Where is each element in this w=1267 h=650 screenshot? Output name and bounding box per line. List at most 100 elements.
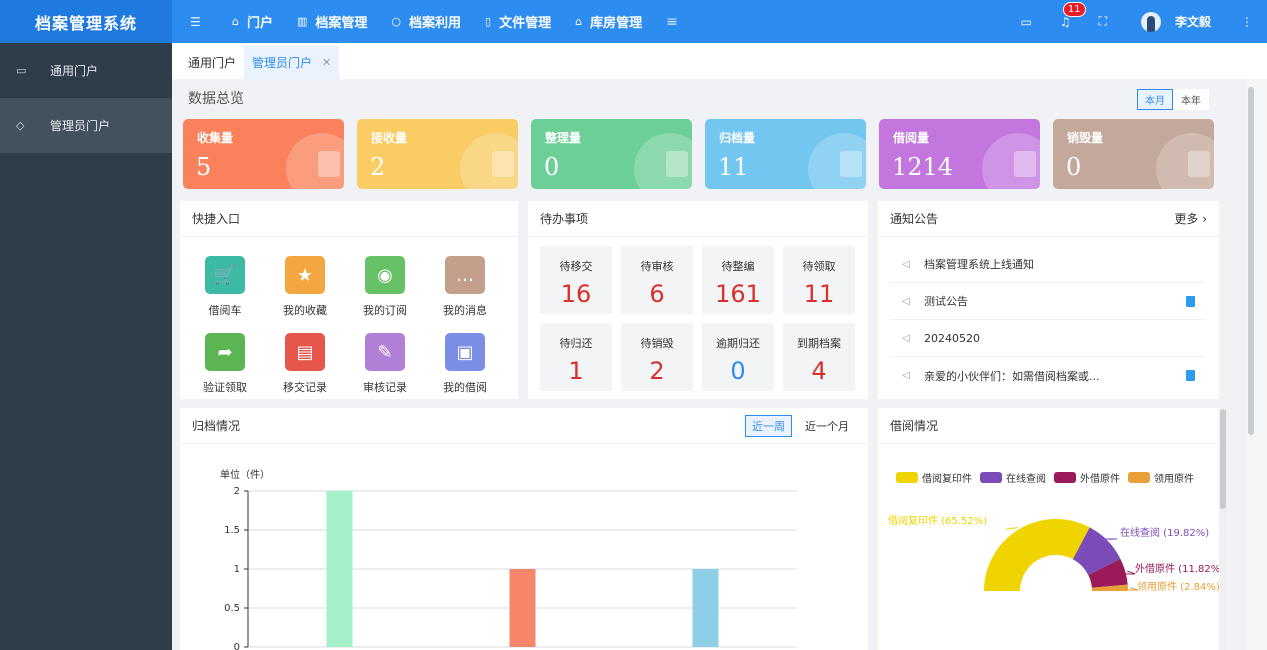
stat-value: 1214 (892, 153, 954, 181)
quick-item-label: 移交记录 (283, 381, 327, 394)
nav-item-file-management[interactable]: ▯ 文件管理 (475, 0, 565, 43)
nav-item-archive-management[interactable]: ▥ 档案管理 (287, 0, 381, 43)
quick-item-label: 我的消息 (443, 304, 487, 317)
speaker-icon: ◁ (902, 295, 910, 307)
nav-item-warehouse[interactable]: ⌂ 库房管理 (565, 0, 656, 43)
inner-scrollbar-thumb[interactable] (1220, 409, 1226, 509)
more-link[interactable]: 更多 › (1174, 210, 1207, 227)
quick-item-subscriptions[interactable]: ◉ 我的订阅 (350, 256, 420, 318)
main-content: 数据总览 本月 本年 收集量 5 接收量 2 整理量 0 归档量 11 借阅量 … (172, 79, 1267, 650)
todo-count: 16 (560, 280, 592, 308)
nav-item-archive-use[interactable]: ○ 档案利用 (381, 0, 475, 43)
bar (509, 569, 536, 647)
nav-item-portal[interactable]: ⌂ 门户 (222, 0, 287, 43)
quick-entry-panel: 快捷入口 🛒 借阅车 ★ 我的收藏 ◉ 我的订阅 … 我的消息 ➦ 验证领取 ▤ 移交记录 ✎ 审核记录 ▣… (180, 201, 518, 399)
sidebar-item-general-portal[interactable]: ▭ 通用门户 (0, 43, 172, 98)
range-week-button[interactable]: 近一周 (745, 414, 792, 437)
avatar[interactable] (1140, 11, 1161, 32)
quick-item-audit-records[interactable]: ✎ 审核记录 (350, 333, 420, 395)
todo-count: 161 (715, 280, 761, 308)
home-icon: ⌂ (232, 15, 239, 28)
stat-card-collected[interactable]: 收集量 5 (183, 119, 344, 189)
more-options-icon[interactable]: ⋮ (1241, 15, 1253, 29)
panel-title: 快捷入口 (192, 212, 241, 226)
stat-label: 整理量 (545, 131, 582, 145)
notice-item[interactable]: ◁ 亲爱的小伙伴们：如需借阅档案或... (890, 357, 1205, 394)
attachment-icon[interactable] (1186, 370, 1195, 381)
audit-icon: ✎ (365, 333, 405, 371)
quick-item-verify-pickup[interactable]: ➦ 验证领取 (190, 333, 260, 395)
archive-box-icon (840, 151, 862, 177)
menu-toggle-icon[interactable]: ☰ (190, 15, 212, 29)
stat-label: 销毁量 (1067, 131, 1104, 145)
nav-item-label: 库房管理 (590, 16, 643, 31)
todo-item[interactable]: 待整编 161 (702, 246, 774, 314)
monitor-icon[interactable]: ▭ (1020, 15, 1031, 29)
notice-item[interactable]: ◁ 档案管理系统上线通知 (890, 246, 1205, 283)
stat-card-organized[interactable]: 整理量 0 (531, 119, 692, 189)
notice-item[interactable]: ◁ 测试公告 (890, 283, 1205, 320)
rss-icon: ◉ (365, 256, 405, 294)
sidebar-item-admin-portal[interactable]: ◇ 管理员门户 (0, 98, 172, 153)
y-tick-label: 0 (234, 642, 240, 650)
todo-label: 到期档案 (797, 337, 841, 350)
stat-card-archived[interactable]: 归档量 11 (705, 119, 866, 189)
overview-title: 数据总览 (188, 91, 244, 107)
range-month-button[interactable]: 近一个月 (798, 415, 856, 437)
todo-count: 4 (811, 357, 827, 385)
archive-icon: ▥ (297, 15, 308, 28)
close-icon[interactable]: ✕ (322, 56, 331, 69)
todo-count: 6 (649, 280, 665, 308)
pie-slice-label: 领用原件 (2.84%) (1137, 580, 1219, 593)
sidebar: ▭ 通用门户 ◇ 管理员门户 (0, 43, 172, 650)
todo-item[interactable]: 到期档案 4 (783, 323, 855, 391)
tab-admin-portal[interactable]: 管理员门户 ✕ (244, 46, 340, 79)
todo-item[interactable]: 待领取 11 (783, 246, 855, 314)
stat-card-borrowed[interactable]: 借阅量 1214 (879, 119, 1040, 189)
stat-card-destroyed[interactable]: 销毁量 0 (1053, 119, 1214, 189)
pie-slice-label: 在线查阅 (19.82%) (1120, 526, 1209, 539)
todo-item[interactable]: 待归还 1 (540, 323, 612, 391)
more-link-label: 更多 (1174, 212, 1199, 226)
page-scrollbar-thumb[interactable] (1248, 87, 1254, 435)
fullscreen-icon[interactable]: ⛶ (1099, 14, 1107, 29)
more-menu-icon[interactable]: ≡ (666, 14, 678, 30)
tab-general-portal[interactable]: 通用门户 (180, 46, 244, 79)
app-title[interactable]: 档案管理系统 (0, 0, 172, 43)
period-year-button[interactable]: 本年 (1173, 89, 1209, 110)
todo-item[interactable]: 待审核 6 (621, 246, 693, 314)
panel-title: 通知公告 (890, 212, 939, 226)
todo-label: 逾期归还 (716, 337, 760, 350)
todo-item[interactable]: 待移交 16 (540, 246, 612, 314)
stat-value: 0 (1066, 153, 1082, 181)
pie-slice-label: 外借原件 (11.82% (1135, 563, 1219, 575)
inbox-icon (318, 151, 340, 177)
stat-card-received[interactable]: 接收量 2 (357, 119, 518, 189)
quick-item-favorites[interactable]: ★ 我的收藏 (270, 256, 340, 318)
todo-item[interactable]: 待销毁 2 (621, 323, 693, 391)
quick-item-transfer-records[interactable]: ▤ 移交记录 (270, 333, 340, 395)
bell-icon[interactable]: ♫ 11 (1060, 1, 1086, 29)
quick-item-my-borrowing[interactable]: ▣ 我的借阅 (430, 333, 500, 395)
username[interactable]: 李文毅 (1175, 13, 1211, 30)
attachment-icon[interactable] (1186, 295, 1195, 307)
pie-slice[interactable] (984, 519, 1090, 591)
quick-item-messages[interactable]: … 我的消息 (430, 256, 500, 318)
quick-item-label: 审核记录 (363, 381, 407, 394)
period-month-button[interactable]: 本月 (1137, 89, 1173, 110)
share-icon: ➦ (205, 333, 245, 371)
sidebar-item-label: 通用门户 (50, 64, 99, 78)
fire-folder-icon (1188, 151, 1210, 177)
period-switch: 本月 本年 (1137, 89, 1209, 110)
quick-item-borrow-cart[interactable]: 🛒 借阅车 (190, 256, 260, 318)
quick-item-label: 借阅车 (208, 304, 242, 317)
speaker-icon: ◁ (902, 258, 910, 270)
todo-count: 0 (730, 357, 746, 385)
id-card-icon: ▣ (445, 333, 485, 371)
panel-title: 待办事项 (540, 212, 589, 226)
chevron-right-icon: › (1198, 212, 1207, 226)
todo-item[interactable]: 逾期归还 0 (702, 323, 774, 391)
panel-header: 归档情况 近一周 近一个月 (180, 408, 868, 444)
notice-item[interactable]: ◁ 20240520 (890, 320, 1205, 357)
stat-label: 接收量 (371, 131, 408, 145)
